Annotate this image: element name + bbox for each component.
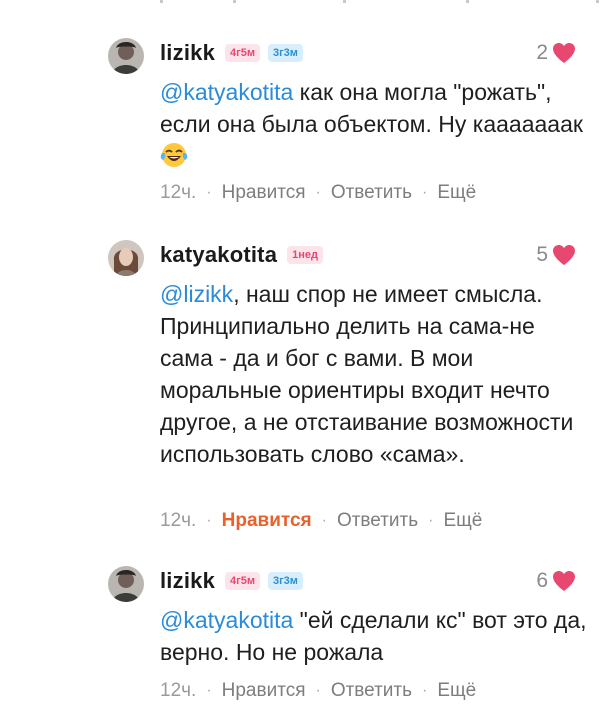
- more-button[interactable]: Ещё: [437, 182, 476, 204]
- separator: ·: [206, 512, 212, 529]
- avatar[interactable]: [108, 566, 144, 602]
- more-button[interactable]: Ещё: [443, 510, 482, 532]
- badge: 3г3м: [267, 572, 303, 590]
- comment-item: katyakotita 1нед 5 @lizikk, наш спор не …: [0, 240, 600, 540]
- like-button[interactable]: Нравится: [222, 182, 306, 204]
- mention-link[interactable]: @lizikk: [160, 281, 233, 307]
- like-button[interactable]: Нравится: [222, 680, 306, 702]
- timestamp: 12ч.: [160, 182, 197, 203]
- separator: ·: [206, 682, 212, 699]
- heart-icon[interactable]: [552, 570, 576, 592]
- more-button[interactable]: Ещё: [437, 680, 476, 702]
- username[interactable]: lizikk: [160, 568, 215, 594]
- reply-button[interactable]: Ответить: [337, 510, 418, 532]
- comment-actions: 12ч. · Нравится · Ответить · Ещё: [160, 182, 476, 204]
- badge: 3г3м: [267, 44, 303, 62]
- comment-item: lizikk 4г5м 3г3м 6 @katyakotita "ей сдел…: [0, 566, 600, 708]
- heart-icon[interactable]: [552, 42, 576, 64]
- likes-count: 5: [536, 243, 548, 266]
- avatar[interactable]: [108, 38, 144, 74]
- comment-text: @katyakotita как она могла "рожать", есл…: [160, 76, 590, 172]
- comment-actions: 12ч. · Нравится · Ответить · Ещё: [160, 510, 482, 532]
- username[interactable]: lizikk: [160, 40, 215, 66]
- mention-link[interactable]: @katyakotita: [160, 79, 293, 105]
- like-counter[interactable]: 2: [536, 38, 576, 68]
- comment-text: @lizikk, наш спор не имеет смысла. Принц…: [160, 281, 574, 467]
- comment-header: katyakotita 1нед: [160, 240, 331, 270]
- mention-link[interactable]: @katyakotita: [160, 607, 293, 633]
- separator: ·: [428, 512, 434, 529]
- likes-count: 2: [536, 41, 548, 64]
- avatar[interactable]: [108, 240, 144, 276]
- like-counter[interactable]: 6: [536, 566, 576, 596]
- badge: 4г5м: [225, 44, 260, 62]
- separator: ·: [422, 184, 428, 201]
- badge: 4г5м: [225, 572, 260, 590]
- like-counter[interactable]: 5: [536, 240, 576, 270]
- reply-button[interactable]: Ответить: [331, 182, 412, 204]
- face-with-tears-of-joy-icon: [160, 143, 188, 167]
- likes-count: 6: [536, 569, 548, 592]
- separator: ·: [422, 682, 428, 699]
- reply-button[interactable]: Ответить: [331, 680, 412, 702]
- username[interactable]: katyakotita: [160, 242, 277, 268]
- separator: ·: [206, 184, 212, 201]
- comment-item: lizikk 4г5м 3г3м 2 @katyakotita как она …: [0, 38, 600, 218]
- like-button[interactable]: Нравится: [222, 510, 312, 532]
- heart-icon[interactable]: [552, 244, 576, 266]
- comment-header: lizikk 4г5м 3г3м: [160, 38, 311, 68]
- top-divider: [0, 0, 600, 4]
- comment-actions: 12ч. · Нравится · Ответить · Ещё: [160, 680, 476, 702]
- comment-text: @katyakotita "ей сделали кс" вот это да,…: [160, 607, 587, 665]
- comment-header: lizikk 4г5м 3г3м: [160, 566, 311, 596]
- timestamp: 12ч.: [160, 680, 197, 701]
- timestamp: 12ч.: [160, 510, 197, 531]
- separator: ·: [315, 682, 321, 699]
- separator: ·: [315, 184, 321, 201]
- separator: ·: [321, 512, 327, 529]
- badge: 1нед: [287, 246, 324, 264]
